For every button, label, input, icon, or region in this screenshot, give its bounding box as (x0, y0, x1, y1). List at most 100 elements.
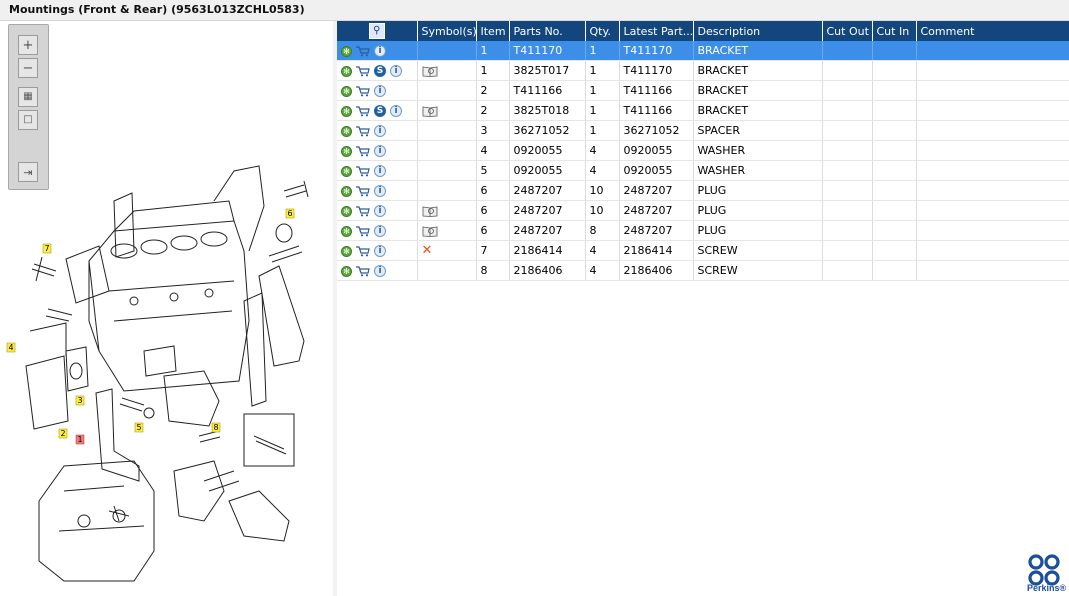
header-parts-no[interactable]: Parts No. (509, 21, 586, 41)
gear-icon[interactable]: ✻ (341, 225, 352, 237)
info-icon[interactable]: i (374, 205, 386, 217)
info-icon[interactable]: i (374, 165, 386, 177)
exploded-diagram[interactable]: 1 2 3 4 5 6 7 8 (4, 21, 333, 596)
supersession-s-icon[interactable]: S (374, 105, 386, 117)
gear-icon[interactable]: ✻ (341, 265, 352, 277)
info-icon[interactable]: i (390, 105, 402, 117)
gear-icon[interactable]: ✻ (341, 45, 352, 57)
cart-icon[interactable] (356, 85, 370, 97)
row-symbols (417, 100, 477, 121)
header-symbols[interactable]: Symbol(s) (417, 21, 477, 41)
fit-window-button[interactable]: ▦ (18, 87, 38, 107)
info-icon[interactable]: i (374, 125, 386, 137)
actual-size-button[interactable]: □ (18, 110, 38, 130)
header-item[interactable]: Item (476, 21, 510, 41)
info-icon[interactable]: i (374, 85, 386, 97)
callout-1[interactable]: 1 (75, 434, 85, 445)
gear-icon[interactable]: ✻ (341, 105, 352, 117)
export-button[interactable]: ⇥ (18, 162, 38, 182)
catalog-book-icon[interactable] (422, 65, 438, 77)
cart-icon[interactable] (356, 205, 370, 217)
table-row[interactable]: ✻ i ✕ 7 2186414 4 2186414 SCREW (337, 240, 1069, 261)
callout-8[interactable]: 8 (211, 422, 221, 433)
gear-icon[interactable]: ✻ (341, 165, 352, 177)
callout-2[interactable]: 2 (58, 428, 68, 439)
info-icon[interactable]: i (374, 185, 386, 197)
cell-parts-no: 36271052 (509, 120, 586, 141)
zoom-in-button[interactable]: + (18, 35, 38, 55)
table-row[interactable]: ✻ i 5 0920055 4 0920055 WASHER (337, 160, 1069, 181)
callout-5[interactable]: 5 (134, 422, 144, 433)
cell-qty: 1 (585, 41, 620, 61)
cell-qty: 1 (585, 100, 620, 121)
cell-comment (916, 100, 1069, 121)
cell-item: 8 (476, 260, 510, 281)
info-icon[interactable]: i (374, 45, 386, 57)
cart-icon[interactable] (356, 125, 370, 137)
catalog-book-icon[interactable] (422, 105, 438, 117)
gear-icon[interactable]: ✻ (341, 125, 352, 137)
cell-comment (916, 160, 1069, 181)
gear-icon[interactable]: ✻ (341, 65, 352, 77)
cell-qty: 1 (585, 120, 620, 141)
table-row[interactable]: ✻ i 8 2186406 4 2186406 SCREW (337, 260, 1069, 281)
gear-icon[interactable]: ✻ (341, 205, 352, 217)
table-row[interactable]: ✻ i 4 0920055 4 0920055 WASHER (337, 140, 1069, 161)
gear-icon[interactable]: ✻ (341, 185, 352, 197)
cart-icon[interactable] (356, 105, 370, 117)
info-icon[interactable]: i (374, 145, 386, 157)
cart-icon[interactable] (356, 185, 370, 197)
info-icon[interactable]: i (374, 265, 386, 277)
cart-icon[interactable] (356, 65, 370, 77)
table-row[interactable]: ✻ i 1 T411170 1 T411170 BRACKET (337, 41, 1069, 61)
catalog-book-icon[interactable] (422, 205, 438, 217)
header-description[interactable]: Description (693, 21, 823, 41)
supersession-s-icon[interactable]: S (374, 65, 386, 77)
table-row[interactable]: ✻ i 6 2487207 10 2487207 PLUG (337, 180, 1069, 201)
info-icon[interactable]: i (390, 65, 402, 77)
callout-3[interactable]: 3 (75, 395, 85, 406)
table-row[interactable]: ✻ i 3 36271052 1 36271052 SPACER (337, 120, 1069, 141)
svg-text:6: 6 (287, 209, 292, 218)
cart-icon[interactable] (356, 265, 370, 277)
header-actions[interactable]: ⚲ (337, 21, 418, 41)
table-row[interactable]: ✻ i 6 2487207 10 2487207 PLUG (337, 200, 1069, 221)
cell-parts-no: 0920055 (509, 140, 586, 161)
row-symbols (417, 220, 477, 241)
gear-icon[interactable]: ✻ (341, 85, 352, 97)
cross-icon: ✕ (421, 243, 433, 259)
cart-icon[interactable] (356, 145, 370, 157)
zoom-out-button[interactable]: − (18, 58, 38, 78)
gear-icon[interactable]: ✻ (341, 245, 352, 257)
header-cut-in[interactable]: Cut In (872, 21, 917, 41)
table-row[interactable]: ✻ i 2 T411166 1 T411166 BRACKET (337, 80, 1069, 101)
callout-6[interactable]: 6 (285, 208, 295, 219)
cell-description: BRACKET (693, 100, 823, 121)
cart-icon[interactable] (356, 165, 370, 177)
callout-7[interactable]: 7 (42, 243, 52, 254)
cart-icon[interactable] (356, 45, 370, 57)
brand-name: Perkins® (1027, 583, 1067, 593)
cart-icon[interactable] (356, 245, 370, 257)
row-symbols (417, 180, 477, 201)
header-comment[interactable]: Comment (916, 21, 1069, 41)
catalog-book-icon[interactable] (422, 225, 438, 237)
info-icon[interactable]: i (374, 225, 386, 237)
cell-latest-part: 2186414 (619, 240, 694, 261)
header-qty[interactable]: Qty. (585, 21, 620, 41)
cell-cut-out (822, 60, 873, 81)
gear-icon[interactable]: ✻ (341, 145, 352, 157)
table-row[interactable]: ✻ Si 2 3825T018 1 T411166 BRACKET (337, 100, 1069, 121)
info-icon[interactable]: i (374, 245, 386, 257)
cell-description: BRACKET (693, 80, 823, 101)
cart-icon[interactable] (356, 225, 370, 237)
search-catalog-icon[interactable]: ⚲ (368, 23, 385, 39)
svg-text:4: 4 (8, 343, 13, 352)
diagram-pane[interactable]: 1 2 3 4 5 6 7 8 + − ▦ □ ⇥ (4, 21, 334, 596)
header-latest-part[interactable]: Latest Part... (619, 21, 694, 41)
cell-parts-no: 2487207 (509, 200, 586, 221)
table-row[interactable]: ✻ Si 1 3825T017 1 T411170 BRACKET (337, 60, 1069, 81)
table-row[interactable]: ✻ i 6 2487207 8 2487207 PLUG (337, 220, 1069, 241)
header-cut-out[interactable]: Cut Out (822, 21, 873, 41)
callout-4[interactable]: 4 (6, 342, 16, 353)
